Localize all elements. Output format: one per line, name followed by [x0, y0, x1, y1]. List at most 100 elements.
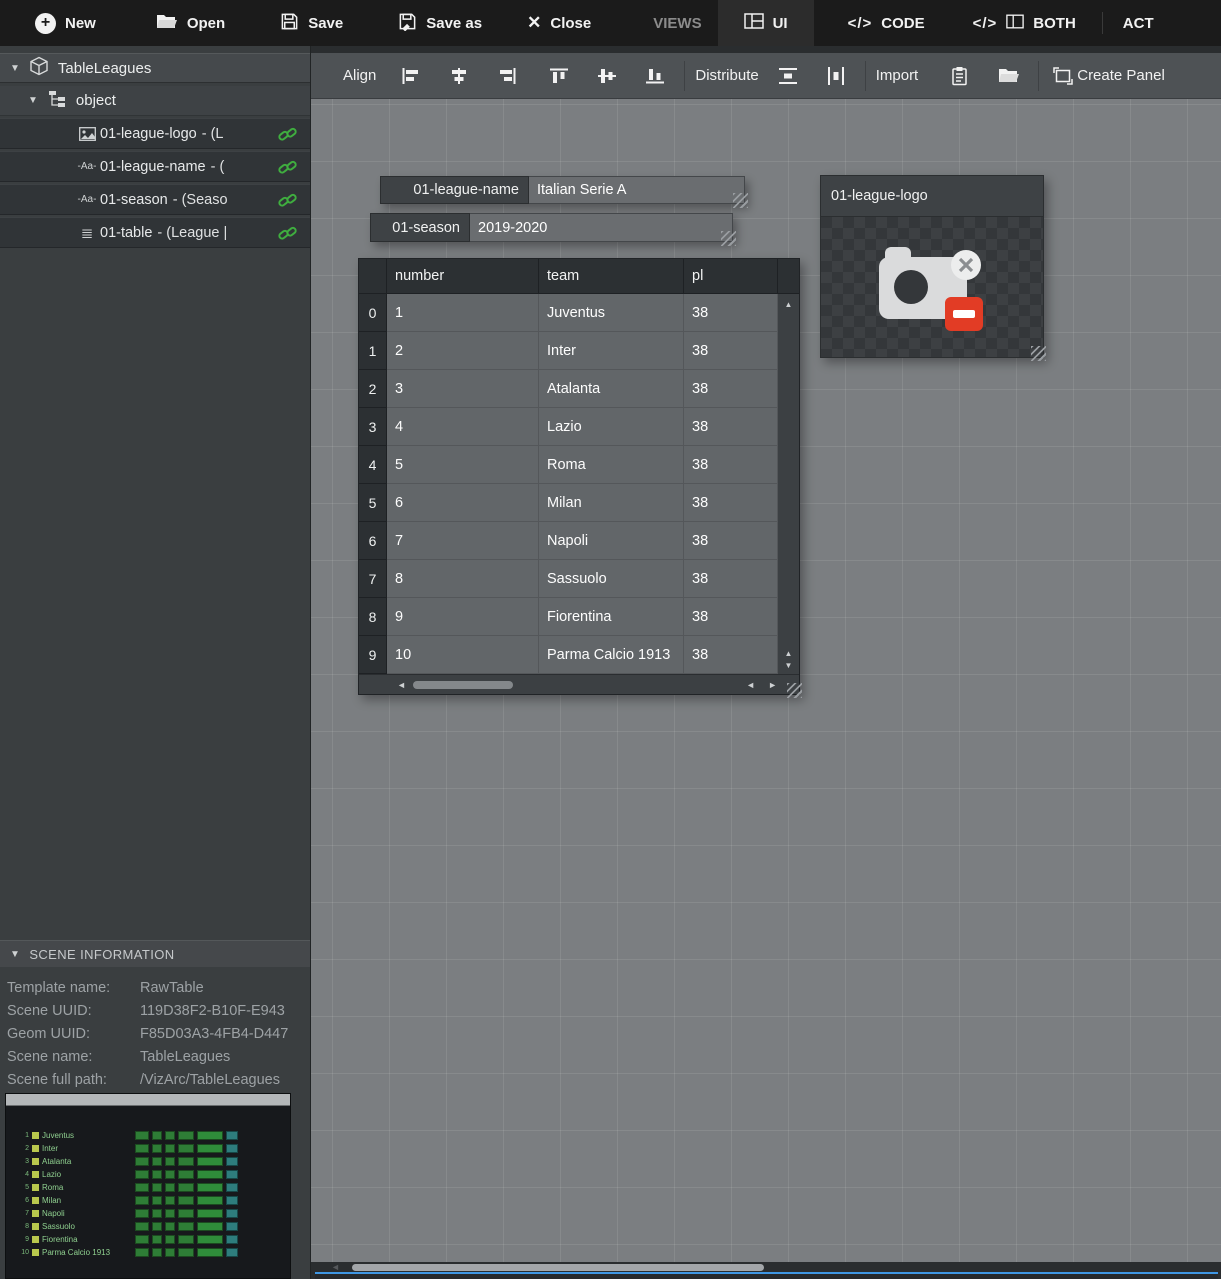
save-button[interactable]: Save: [280, 12, 343, 35]
align-bottom-button[interactable]: [636, 59, 674, 93]
column-header-number[interactable]: number: [387, 259, 539, 293]
tree-item-league-logo[interactable]: 01-league-logo - (L: [0, 118, 310, 149]
scroll-left-icon[interactable]: ◄: [331, 1262, 340, 1272]
cell-team[interactable]: Napoli: [539, 522, 684, 560]
tree-node-object[interactable]: ▼ object: [0, 86, 310, 116]
tree-item-table[interactable]: ≣ 01-table - (League |: [0, 217, 310, 248]
cell-pl[interactable]: 38: [684, 294, 778, 332]
league-name-input[interactable]: [529, 176, 745, 204]
scene-information-header[interactable]: ▼ SCENE INFORMATION: [0, 940, 310, 967]
tab-views[interactable]: VIEWS: [649, 0, 705, 46]
tree-item-league-name[interactable]: -Aa- 01-league-name - (: [0, 151, 310, 182]
widget-league-name[interactable]: 01-league-name: [380, 176, 745, 204]
align-middle-vertical-button[interactable]: [588, 59, 626, 93]
widget-league-logo-label[interactable]: 01-league-logo: [821, 176, 1043, 217]
cell-pl[interactable]: 38: [684, 408, 778, 446]
cell-number[interactable]: 6: [387, 484, 539, 522]
cell-number[interactable]: 1: [387, 294, 539, 332]
scroll-up-icon[interactable]: ▲: [785, 300, 793, 309]
logo-transparency-area[interactable]: [821, 217, 1043, 357]
create-panel-icon[interactable]: [1049, 59, 1077, 93]
widget-table[interactable]: number team pl 01Juventus38 12Inter38 23…: [358, 258, 800, 695]
cell-pl[interactable]: 38: [684, 598, 778, 636]
cell-team[interactable]: Atalanta: [539, 370, 684, 408]
save-as-button[interactable]: Save as: [398, 12, 482, 35]
row-index[interactable]: 4: [359, 446, 387, 484]
widget-season[interactable]: 01-season: [370, 213, 733, 242]
column-header-pl[interactable]: pl: [684, 259, 778, 293]
distribute-horizontal-button[interactable]: [817, 59, 855, 93]
cell-number[interactable]: 2: [387, 332, 539, 370]
distribute-vertical-button[interactable]: [769, 59, 807, 93]
widget-league-name-label[interactable]: 01-league-name: [380, 176, 529, 204]
align-left-button[interactable]: [392, 59, 430, 93]
cell-pl[interactable]: 38: [684, 370, 778, 408]
row-index[interactable]: 5: [359, 484, 387, 522]
cell-team[interactable]: Sassuolo: [539, 560, 684, 598]
row-index[interactable]: 8: [359, 598, 387, 636]
link-icon[interactable]: [278, 125, 297, 148]
tree-node-tableleagues[interactable]: ▼ TableLeagues: [0, 53, 310, 83]
table-horizontal-scrollbar[interactable]: ◄ ◄ ►: [359, 674, 799, 694]
paste-clipboard-button[interactable]: [940, 59, 978, 93]
row-index[interactable]: 0: [359, 294, 387, 332]
scroll-left-icon[interactable]: ◄: [746, 680, 755, 690]
align-top-button[interactable]: [540, 59, 578, 93]
cell-team[interactable]: Milan: [539, 484, 684, 522]
cell-pl[interactable]: 38: [684, 522, 778, 560]
row-index[interactable]: 3: [359, 408, 387, 446]
resize-grip[interactable]: [1031, 346, 1046, 361]
cell-pl[interactable]: 38: [684, 636, 778, 674]
column-header-team[interactable]: team: [539, 259, 684, 293]
widget-league-logo[interactable]: 01-league-logo: [820, 175, 1044, 358]
align-right-button[interactable]: [488, 59, 526, 93]
align-center-horizontal-button[interactable]: [440, 59, 478, 93]
scroll-up-icon[interactable]: ▲: [785, 649, 793, 658]
resize-grip[interactable]: [787, 683, 802, 698]
link-icon[interactable]: [278, 224, 297, 247]
row-index[interactable]: 2: [359, 370, 387, 408]
table-vertical-scrollbar[interactable]: ▲ ▲ ▼: [778, 294, 799, 674]
row-index[interactable]: 1: [359, 332, 387, 370]
row-index[interactable]: 9: [359, 636, 387, 674]
expand-arrow-icon[interactable]: ▼: [28, 95, 38, 106]
tab-actions-clipped[interactable]: ACT: [1119, 0, 1158, 46]
cell-pl[interactable]: 38: [684, 446, 778, 484]
cell-pl[interactable]: 38: [684, 484, 778, 522]
scroll-left-icon[interactable]: ◄: [397, 680, 406, 690]
season-input[interactable]: [470, 213, 733, 242]
cell-team[interactable]: Parma Calcio 1913: [539, 636, 684, 674]
cell-number[interactable]: 5: [387, 446, 539, 484]
new-button[interactable]: + New: [35, 13, 96, 34]
canvas-horizontal-scrollbar[interactable]: ◄: [311, 1262, 1221, 1272]
create-panel-label[interactable]: Create Panel: [1077, 67, 1165, 84]
widget-season-label[interactable]: 01-season: [370, 213, 470, 242]
close-button[interactable]: ✕ Close: [527, 13, 591, 33]
link-icon[interactable]: [278, 158, 297, 181]
tab-code[interactable]: </> CODE: [844, 0, 929, 46]
cell-number[interactable]: 3: [387, 370, 539, 408]
cell-team[interactable]: Lazio: [539, 408, 684, 446]
cell-number[interactable]: 10: [387, 636, 539, 674]
resize-grip[interactable]: [733, 193, 748, 208]
cell-number[interactable]: 4: [387, 408, 539, 446]
link-icon[interactable]: [278, 191, 297, 214]
tab-ui[interactable]: UI: [718, 0, 814, 46]
tree-item-season[interactable]: -Aa- 01-season - (Seaso: [0, 184, 310, 215]
row-index[interactable]: 6: [359, 522, 387, 560]
scroll-right-icon[interactable]: ►: [768, 680, 777, 690]
resize-grip[interactable]: [721, 231, 736, 246]
cell-team[interactable]: Juventus: [539, 294, 684, 332]
scroll-down-icon[interactable]: ▼: [785, 661, 793, 670]
cell-team[interactable]: Roma: [539, 446, 684, 484]
scrollbar-thumb[interactable]: [352, 1264, 764, 1271]
cell-number[interactable]: 9: [387, 598, 539, 636]
cell-pl[interactable]: 38: [684, 332, 778, 370]
cell-team[interactable]: Inter: [539, 332, 684, 370]
cell-pl[interactable]: 38: [684, 560, 778, 598]
expand-arrow-icon[interactable]: ▼: [10, 63, 20, 74]
cell-number[interactable]: 7: [387, 522, 539, 560]
import-folder-button[interactable]: [990, 59, 1028, 93]
open-button[interactable]: Open: [156, 13, 225, 34]
row-index[interactable]: 7: [359, 560, 387, 598]
